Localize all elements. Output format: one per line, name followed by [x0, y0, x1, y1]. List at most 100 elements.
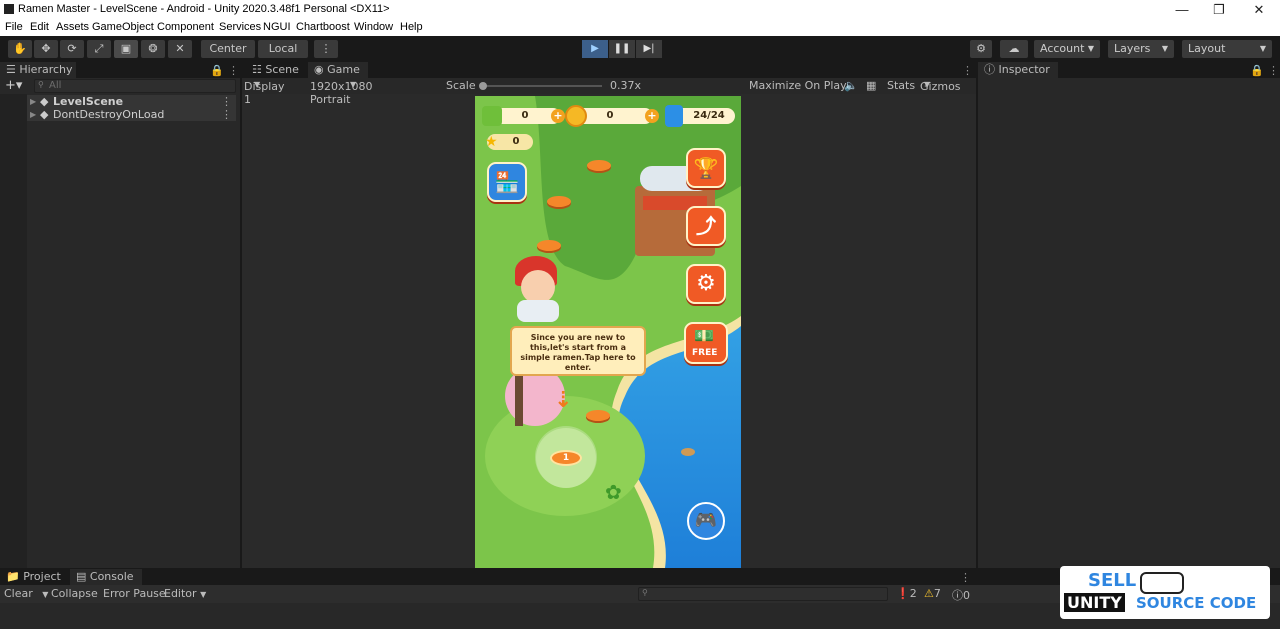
tab-project[interactable]: 📁 Project [0, 569, 66, 585]
warning-icon: ⚠ [924, 587, 934, 600]
pivot-local-label: Local [268, 42, 298, 55]
error-pause-toggle[interactable]: Error Pause [103, 587, 166, 600]
gamepad-logo-icon [1140, 572, 1184, 594]
hierarchy-item-levelscene[interactable]: ▶ ◆ LevelScene ⋮ [0, 95, 236, 108]
editor-dropdown[interactable]: Editor ▼ [164, 587, 206, 600]
restore-icon[interactable]: ❐ [1199, 1, 1239, 18]
menu-chartboost[interactable]: Chartboost [296, 21, 350, 33]
chevron-down-icon: ▼ [200, 590, 207, 599]
log-filter-toggle[interactable]: ❗2 [896, 587, 917, 600]
custom-tool-icon[interactable]: ✕ [168, 40, 192, 58]
clear-label: Clear [4, 587, 33, 600]
rotate-tool-icon[interactable]: ⟳ [60, 40, 84, 58]
add-cash-button[interactable]: + [551, 109, 565, 123]
lock-icon[interactable]: 🔒 [210, 64, 224, 77]
menu-ngui[interactable]: NGUI [263, 21, 291, 33]
more-icon[interactable]: ⋮ [228, 64, 239, 77]
scale-slider-thumb[interactable] [479, 82, 487, 90]
more-icon[interactable]: ⋮ [962, 64, 973, 77]
upgrade-button[interactable]: ⤴ [686, 206, 726, 246]
search-icon: ⚲ [38, 80, 44, 89]
expand-arrow-icon[interactable]: ▶ [30, 108, 36, 121]
warning-filter-toggle[interactable]: ⚠7 [924, 587, 941, 600]
pivot-local-button[interactable]: Local [258, 40, 308, 58]
add-object-button[interactable]: +▾ [5, 78, 22, 93]
cash-value: 0 [521, 110, 529, 121]
tab-scene[interactable]: ☷ Scene [246, 62, 308, 78]
collab-icon[interactable]: ⚙ [970, 40, 992, 58]
lock-icon[interactable]: 🔒 [1250, 64, 1264, 77]
trophy-button[interactable]: 🏆 [686, 148, 726, 188]
layout-dropdown[interactable]: Layout ▼ [1182, 40, 1272, 58]
stats-icon[interactable]: ▦ [866, 79, 876, 92]
more-icon[interactable]: ⋮ [960, 571, 971, 584]
scale-slider[interactable] [482, 85, 602, 87]
level-1-button[interactable]: 1 [550, 450, 582, 466]
account-dropdown[interactable]: Account ▼ [1034, 40, 1100, 58]
resolution-label: 1920x1080 Portrait [310, 80, 373, 106]
console-search-input[interactable] [638, 587, 888, 601]
layers-dropdown[interactable]: Layers ▼ [1108, 40, 1174, 58]
transform-tool-icon[interactable]: ❂ [141, 40, 165, 58]
hierarchy-item-dontdestroyonload[interactable]: ▶ ◆ DontDestroyOnLoad ⋮ [0, 108, 236, 121]
level-number: 1 [562, 453, 570, 463]
menu-assets[interactable]: Assets [56, 21, 89, 33]
collapse-toggle[interactable]: Collapse [51, 587, 98, 600]
menu-help[interactable]: Help [400, 21, 423, 33]
mute-audio-icon[interactable]: 🔈 [844, 79, 858, 92]
chevron-down-icon: ▼ [1259, 44, 1266, 53]
tab-console[interactable]: ▤ Console [70, 569, 142, 585]
gamepad-icon[interactable]: 🎮 [687, 502, 725, 540]
hierarchy-panel: ☰ Hierarchy 🔒 ⋮ +▾ All ⚲ ▶ ◆ LevelScene … [0, 62, 240, 568]
chevron-down-icon: ▼ [254, 80, 261, 89]
tutorial-dialog[interactable]: Since you are new to this,let's start fr… [510, 326, 646, 376]
energy-icon [665, 105, 683, 127]
chef-face [521, 270, 555, 304]
free-reward-button[interactable]: 💵 FREE [684, 322, 728, 364]
close-icon[interactable]: ✕ [1239, 1, 1279, 18]
hierarchy-tabbar: ☰ Hierarchy 🔒 ⋮ [0, 62, 240, 78]
menu-edit[interactable]: Edit [30, 21, 49, 33]
menu-file[interactable]: File [5, 21, 23, 33]
cash-icon [482, 106, 502, 126]
more-icon[interactable]: ⋮ [221, 95, 232, 108]
settings-button[interactable]: ⚙ [686, 264, 726, 304]
scene-game-tabbar: ☷ Scene ◉ Game ⋮ [242, 62, 976, 78]
maximize-on-play-toggle[interactable]: Maximize On Play [749, 79, 847, 92]
menu-window[interactable]: Window [354, 21, 393, 33]
level-node[interactable] [547, 196, 571, 207]
tab-hierarchy[interactable]: ☰ Hierarchy [0, 62, 76, 78]
menu-component[interactable]: Component [157, 21, 214, 33]
menu-services[interactable]: Services [219, 21, 261, 33]
cloud-icon[interactable]: ☁ [1000, 40, 1028, 58]
clear-button[interactable]: Clear ▼ [4, 587, 48, 600]
shop-button[interactable]: 🏪 [487, 162, 527, 202]
step-button[interactable]: ▶| [636, 40, 662, 58]
pivot-center-button[interactable]: Center [201, 40, 255, 58]
move-tool-icon[interactable]: ✥ [34, 40, 58, 58]
tab-inspector[interactable]: ⓘ Inspector [978, 62, 1058, 78]
menu-gameobject[interactable]: GameObject [92, 21, 154, 33]
star-icon: ★ [485, 134, 498, 150]
level-node[interactable] [586, 410, 610, 421]
level-node[interactable] [537, 240, 561, 251]
add-coin-button[interactable]: + [645, 109, 659, 123]
more-icon[interactable]: ⋮ [1268, 64, 1279, 77]
expand-arrow-icon[interactable]: ▶ [30, 95, 36, 108]
play-button[interactable]: ▶ [582, 40, 608, 58]
tab-game[interactable]: ◉ Game [308, 62, 368, 78]
more-icon[interactable]: ⋮ [221, 108, 232, 121]
snap-icon[interactable]: ⋮ [314, 40, 338, 58]
game-screen[interactable]: 0 + 0 + 24/24 0 ★ 🏪 🏆 ⤴ ⚙ 💵 FREE Since y… [475, 96, 741, 568]
scene-icon: ◆ [40, 108, 49, 121]
chevron-down-icon: ▼ [924, 80, 931, 89]
error-filter-toggle[interactable]: ⓘ0 [952, 587, 970, 603]
scale-tool-icon[interactable]: ⤢ [87, 40, 111, 58]
hand-tool-icon[interactable]: ✋ [8, 40, 32, 58]
level-node[interactable] [587, 160, 611, 171]
hierarchy-search-input[interactable]: All [34, 79, 236, 93]
minimize-icon[interactable]: — [1162, 1, 1202, 18]
pause-button[interactable]: ❚❚ [609, 40, 635, 58]
stats-toggle[interactable]: Stats [887, 79, 915, 92]
rect-tool-icon[interactable]: ▣ [114, 40, 138, 58]
